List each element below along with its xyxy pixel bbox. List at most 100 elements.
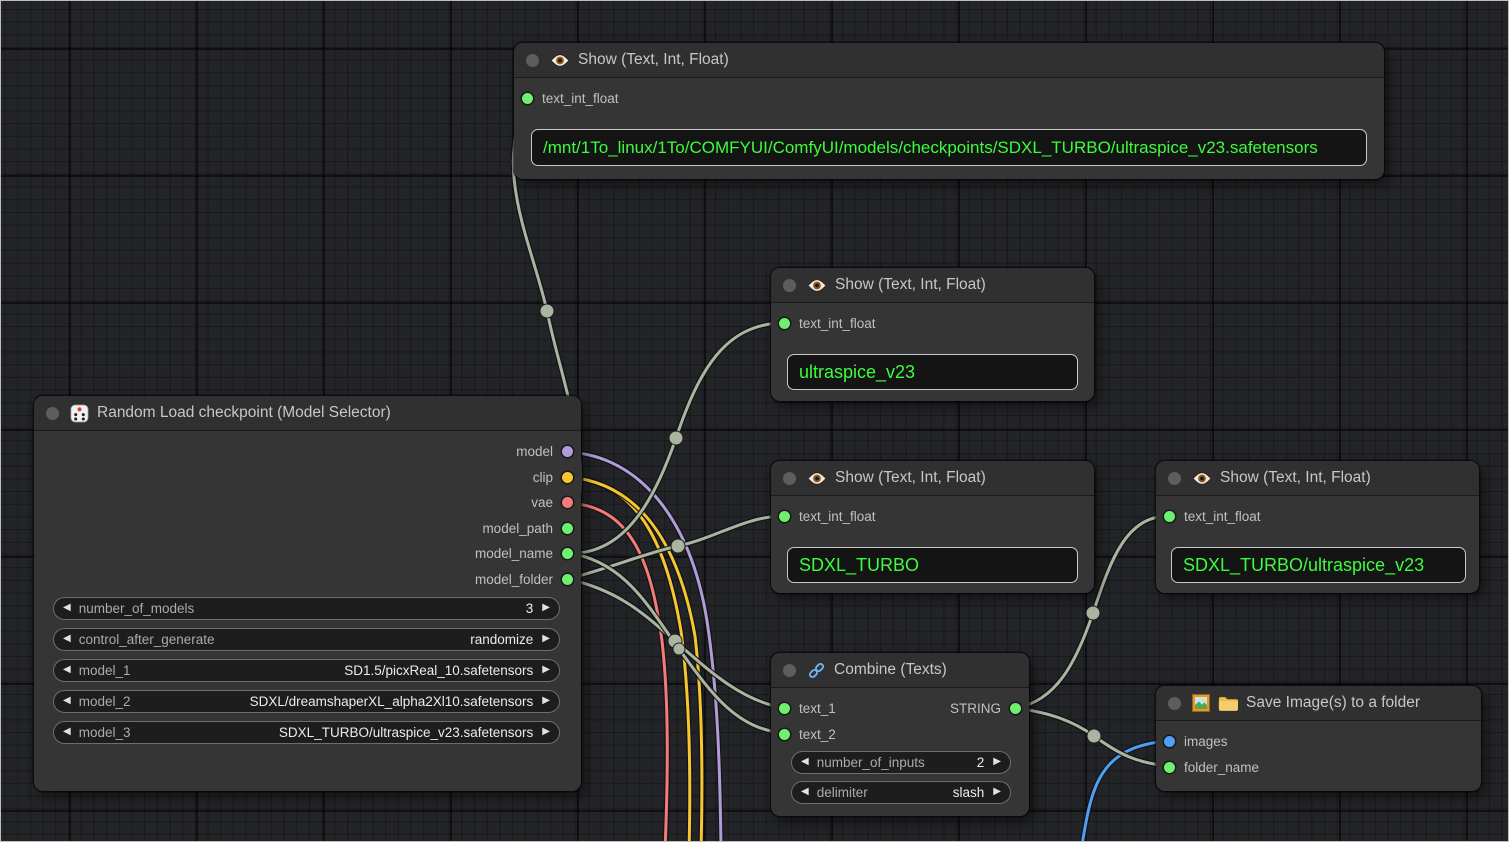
- input-socket-text-2[interactable]: [779, 729, 790, 740]
- node-title: Random Load checkpoint (Model Selector): [97, 404, 391, 422]
- input-socket[interactable]: [1164, 511, 1175, 522]
- node-show-name-header[interactable]: Show (Text, Int, Float): [771, 268, 1094, 303]
- link-midpoint-dot: [669, 431, 683, 445]
- show-value-box[interactable]: SDXL_TURBO: [787, 547, 1078, 583]
- collapse-dot[interactable]: [783, 664, 796, 677]
- show-value-box[interactable]: ultraspice_v23: [787, 354, 1078, 390]
- input-label: text_int_float: [542, 91, 619, 106]
- eye-icon: [1192, 471, 1212, 486]
- input-port-text-int-float: text_int_float: [779, 504, 876, 529]
- node-show-combined-header[interactable]: Show (Text, Int, Float): [1156, 461, 1479, 496]
- output-port-clip: clip: [533, 465, 573, 490]
- widget-control-after-generate[interactable]: ◀ control_after_generate randomize ▶: [53, 628, 560, 651]
- widget-decrement-arrow[interactable]: ◀: [63, 727, 71, 737]
- node-title: Show (Text, Int, Float): [578, 51, 729, 69]
- node-save-images[interactable]: Save Image(s) to a folder images folder_…: [1156, 686, 1481, 791]
- input-label: text_int_float: [1184, 509, 1261, 524]
- output-socket-string[interactable]: [1010, 703, 1021, 714]
- input-socket[interactable]: [522, 93, 533, 104]
- widget-model-1[interactable]: ◀ model_1 SD1.5/picxReal_10.safetensors …: [53, 659, 560, 682]
- input-port-text-int-float: text_int_float: [1164, 504, 1261, 529]
- output-socket-model-folder[interactable]: [562, 574, 573, 585]
- output-port-model-name: model_name: [475, 541, 573, 566]
- output-label: clip: [533, 470, 553, 485]
- input-label: text_int_float: [799, 509, 876, 524]
- widget-increment-arrow[interactable]: ▶: [542, 603, 550, 613]
- widget-increment-arrow[interactable]: ▶: [542, 696, 550, 706]
- output-socket-model-path[interactable]: [562, 523, 573, 534]
- output-label: model_path: [482, 521, 553, 536]
- widget-increment-arrow[interactable]: ▶: [542, 727, 550, 737]
- input-label: text_int_float: [799, 316, 876, 331]
- widget-increment-arrow[interactable]: ▶: [542, 665, 550, 675]
- node-title: Combine (Texts): [834, 661, 947, 679]
- input-socket[interactable]: [779, 318, 790, 329]
- collapse-dot[interactable]: [1168, 472, 1181, 485]
- eye-icon: [807, 471, 827, 486]
- input-socket-images[interactable]: [1164, 736, 1175, 747]
- output-label: model: [516, 444, 553, 459]
- widget-decrement-arrow[interactable]: ◀: [801, 787, 809, 797]
- input-label: images: [1184, 734, 1228, 749]
- widget-number-of-inputs[interactable]: ◀ number_of_inputs 2 ▶: [791, 751, 1011, 774]
- node-save-images-header[interactable]: Save Image(s) to a folder: [1156, 686, 1481, 721]
- output-socket-model[interactable]: [562, 446, 573, 457]
- input-socket[interactable]: [779, 511, 790, 522]
- link-midpoint-dot: [540, 304, 554, 318]
- widget-decrement-arrow[interactable]: ◀: [63, 603, 71, 613]
- node-show-combined[interactable]: Show (Text, Int, Float) text_int_float S…: [1156, 461, 1479, 593]
- widget-model-2[interactable]: ◀ model_2 SDXL/dreamshaperXL_alpha2Xl10.…: [53, 690, 560, 713]
- input-socket-text-1[interactable]: [779, 703, 790, 714]
- input-port-folder-name: folder_name: [1164, 755, 1259, 780]
- widget-decrement-arrow[interactable]: ◀: [63, 665, 71, 675]
- input-port-images: images: [1164, 729, 1228, 754]
- input-label: folder_name: [1184, 760, 1259, 775]
- show-value-box[interactable]: SDXL_TURBO/ultraspice_v23: [1171, 547, 1466, 583]
- link-midpoint-dot: [1086, 606, 1100, 620]
- collapse-dot[interactable]: [1168, 697, 1181, 710]
- widget-delimiter[interactable]: ◀ delimiter slash ▶: [791, 781, 1011, 804]
- output-port-vae: vae: [531, 490, 573, 515]
- node-random-load-header[interactable]: Random Load checkpoint (Model Selector): [34, 396, 581, 431]
- collapse-dot[interactable]: [783, 472, 796, 485]
- eye-icon: [807, 278, 827, 293]
- widget-number-of-models[interactable]: ◀ number_of_models 3 ▶: [53, 597, 560, 620]
- link-icon: [807, 661, 826, 680]
- node-show-path-header[interactable]: Show (Text, Int, Float): [514, 43, 1384, 78]
- output-socket-clip[interactable]: [562, 472, 573, 483]
- output-port-model: model: [516, 439, 573, 464]
- output-port-model-path: model_path: [482, 516, 573, 541]
- widget-decrement-arrow[interactable]: ◀: [801, 757, 809, 767]
- node-combine-header[interactable]: Combine (Texts): [771, 653, 1029, 688]
- show-value-box[interactable]: /mnt/1To_linux/1To/COMFYUI/ComfyUI/model…: [531, 129, 1367, 166]
- collapse-dot[interactable]: [783, 279, 796, 292]
- collapse-dot[interactable]: [46, 407, 59, 420]
- widget-increment-arrow[interactable]: ▶: [993, 757, 1001, 767]
- node-random-load-checkpoint[interactable]: Random Load checkpoint (Model Selector) …: [34, 396, 581, 791]
- output-port-string: STRING: [950, 696, 1021, 721]
- output-label: model_folder: [475, 572, 553, 587]
- widget-decrement-arrow[interactable]: ◀: [63, 696, 71, 706]
- input-label: text_1: [799, 701, 836, 716]
- node-show-name[interactable]: Show (Text, Int, Float) text_int_float u…: [771, 268, 1094, 401]
- node-title: Show (Text, Int, Float): [1220, 469, 1371, 487]
- output-label: STRING: [950, 701, 1001, 716]
- node-show-folder-header[interactable]: Show (Text, Int, Float): [771, 461, 1094, 496]
- widget-increment-arrow[interactable]: ▶: [993, 787, 1001, 797]
- node-show-path[interactable]: Show (Text, Int, Float) text_int_float /…: [514, 43, 1384, 179]
- output-socket-model-name[interactable]: [562, 548, 573, 559]
- input-port-text-int-float: text_int_float: [779, 311, 876, 336]
- output-socket-vae[interactable]: [562, 497, 573, 508]
- widget-model-3[interactable]: ◀ model_3 SDXL_TURBO/ultraspice_v23.safe…: [53, 721, 560, 744]
- node-combine-texts[interactable]: Combine (Texts) text_1 text_2 STRING ◀ n…: [771, 653, 1029, 816]
- input-port-text-2: text_2: [779, 722, 836, 747]
- widget-increment-arrow[interactable]: ▶: [542, 634, 550, 644]
- node-graph-canvas[interactable]: Show (Text, Int, Float) text_int_float /…: [0, 0, 1509, 842]
- output-port-model-folder: model_folder: [475, 567, 573, 592]
- node-show-folder[interactable]: Show (Text, Int, Float) text_int_float S…: [771, 461, 1094, 593]
- collapse-dot[interactable]: [526, 54, 539, 67]
- input-port-text-1: text_1: [779, 696, 836, 721]
- input-socket-folder-name[interactable]: [1164, 762, 1175, 773]
- widget-decrement-arrow[interactable]: ◀: [63, 634, 71, 644]
- link-midpoint-dot: [671, 539, 685, 553]
